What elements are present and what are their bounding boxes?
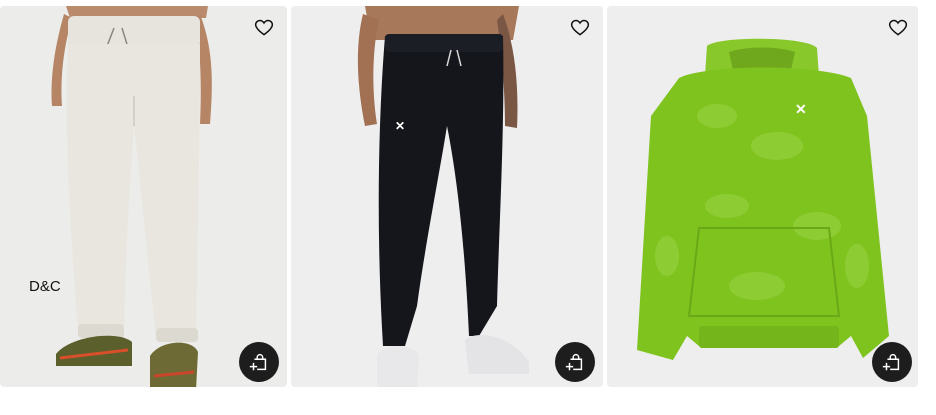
svg-text:✕: ✕ bbox=[795, 101, 807, 117]
product-card-cream-pants[interactable]: D&C bbox=[0, 6, 287, 387]
bag-plus-icon bbox=[249, 354, 267, 371]
product-card-green-hoodie[interactable]: ✕ bbox=[607, 6, 918, 387]
quick-add-button[interactable] bbox=[872, 342, 912, 382]
product-card-black-joggers[interactable]: ✕ bbox=[291, 6, 603, 387]
quick-add-button[interactable] bbox=[555, 342, 595, 382]
bag-plus-icon bbox=[882, 354, 900, 371]
svg-text:✕: ✕ bbox=[395, 119, 405, 133]
product-image-black-joggers[interactable]: ✕ bbox=[291, 6, 603, 387]
heart-outline-icon[interactable] bbox=[252, 16, 276, 40]
heart-outline-icon[interactable] bbox=[568, 16, 592, 40]
product-image-green-hoodie[interactable]: ✕ bbox=[607, 6, 918, 387]
quick-add-button[interactable] bbox=[239, 342, 279, 382]
bag-plus-icon bbox=[565, 354, 583, 371]
product-image-cream-pants[interactable] bbox=[0, 6, 287, 387]
brand-text: D&C bbox=[29, 278, 61, 295]
heart-outline-icon[interactable] bbox=[886, 16, 910, 40]
